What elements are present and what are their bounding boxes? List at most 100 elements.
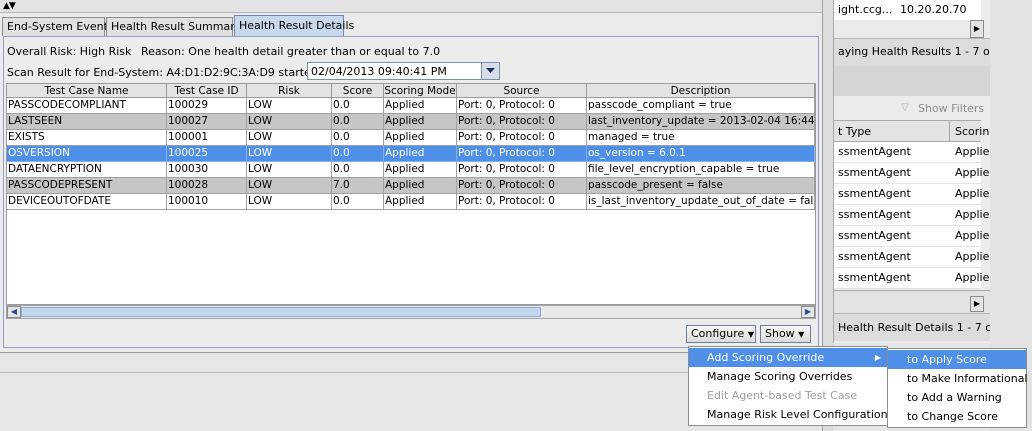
scroll-right-icon[interactable]: ▶ (970, 20, 984, 38)
table-cell: 0.0 (332, 162, 384, 178)
table-cell: LOW (247, 98, 332, 114)
table-cell: Port: 0, Protocol: 0 (457, 114, 587, 130)
scan-date-select[interactable]: 02/04/2013 09:40:41 PM (307, 62, 500, 80)
horizontal-scrollbar[interactable]: ◀ ▶ (6, 305, 816, 319)
table-cell: 100029 (167, 98, 247, 114)
menu-item[interactable]: Add Scoring Override ▶ (689, 348, 887, 367)
show-filters-link[interactable]: Show Filters (918, 102, 984, 115)
submenu-item-label: to Change Score (907, 410, 998, 423)
column-header[interactable]: Test Case ID (167, 84, 247, 98)
right-table-header: t Type Scoring (834, 120, 996, 142)
right-horizontal-scrollbar[interactable]: ▶ (834, 290, 991, 314)
table-cell: 100025 (167, 146, 247, 162)
table-cell: managed = true (587, 130, 815, 146)
table-cell: Applied (384, 162, 457, 178)
results-status-bar: aying Health Results 1 - 7 of 7 (834, 38, 1004, 66)
table-cell: Port: 0, Protocol: 0 (457, 194, 587, 210)
table-cell: is_last_inventory_update_out_of_date = f… (587, 194, 815, 210)
column-header[interactable]: Scoring Mode (384, 84, 457, 98)
table-cell: last_inventory_update = 2013-02-04 16:44… (587, 114, 815, 130)
column-header[interactable]: Description (587, 84, 815, 98)
column-header[interactable]: Score (332, 84, 384, 98)
host-ip: 10.20.20.70 (900, 3, 967, 16)
column-header[interactable]: Source (457, 84, 587, 98)
scan-date-value: 02/04/2013 09:40:41 PM (311, 65, 447, 78)
scroll-left-icon[interactable]: ◀ (7, 306, 21, 318)
filter-icon: ▽ (901, 102, 909, 113)
table-cell: 0.0 (332, 130, 384, 146)
list-item[interactable]: ssmentAgent Applied (834, 142, 996, 163)
table-row[interactable]: OSVERSION 100025 LOW 0.0 Applied Port: 0, Pro… (7, 146, 815, 162)
table-cell: LOW (247, 146, 332, 162)
list-item[interactable]: ssmentAgent Applied (834, 226, 996, 247)
agent-type: ssmentAgent (838, 187, 911, 200)
table-cell: DATAENCRYPTION (7, 162, 167, 178)
scan-result-label: Scan Result for End-System: A4:D1:D2:9C:… (7, 66, 339, 79)
table-cell: Applied (384, 114, 457, 130)
table-cell: Port: 0, Protocol: 0 (457, 178, 587, 194)
health-details-pane: ▲▼ End-System Events Health Result Summa… (0, 0, 822, 352)
table-cell: LOW (247, 178, 332, 194)
scroll-thumb[interactable] (21, 307, 541, 317)
agent-type: ssmentAgent (838, 229, 911, 242)
list-item[interactable]: ssmentAgent Applied (834, 163, 996, 184)
table-row[interactable]: LASTSEEN 100027 LOW 0.0 Applied Port: 0, Prot… (7, 114, 815, 130)
divider (949, 121, 950, 141)
column-header[interactable]: Risk (247, 84, 332, 98)
list-item[interactable]: ssmentAgent Applied (834, 247, 996, 268)
right-table-body: ssmentAgent Applied ssmentAgent Applied ssme… (834, 142, 996, 290)
chevron-down-icon (486, 68, 495, 73)
table-cell: Applied (384, 178, 457, 194)
submenu-item[interactable]: to Change Score (888, 407, 1026, 426)
show-button[interactable]: Show ▼ (760, 325, 811, 343)
table-cell: Applied (384, 146, 457, 162)
agent-type: ssmentAgent (838, 208, 911, 221)
tab-end-system-events[interactable]: End-System Events (2, 17, 114, 36)
dropdown-button[interactable] (481, 63, 499, 79)
submenu-item[interactable]: to Make Informational (888, 369, 1027, 388)
menu-item-label: Manage Risk Level Configurations (707, 408, 894, 421)
menu-item-label: Edit Agent-based Test Case (707, 389, 858, 402)
table-cell: 0.0 (332, 146, 384, 162)
overall-risk-label: Overall Risk: High Risk (7, 45, 132, 58)
table-row[interactable]: DEVICEOUTOFDATE 100010 LOW 0.0 Applied Port: … (7, 194, 815, 210)
table-cell: 100028 (167, 178, 247, 194)
table-cell: Port: 0, Protocol: 0 (457, 98, 587, 114)
submenu-item[interactable]: to Add a Warning (888, 388, 1026, 407)
tab-health-result-summaries[interactable]: Health Result Summaries (106, 17, 250, 36)
filter-bar: ▽ Show Filters (834, 96, 991, 120)
table-cell: LOW (247, 194, 332, 210)
tab-health-result-details[interactable]: Health Result Details (234, 15, 354, 36)
menu-item[interactable]: Manage Scoring Overrides (689, 367, 887, 386)
table-cell: LOW (247, 130, 332, 146)
split-arrows-icon[interactable]: ▲▼ (3, 1, 16, 11)
table-cell: EXISTS (7, 130, 167, 146)
top-splitter[interactable]: ▲▼ (0, 0, 822, 13)
table-cell: PASSCODEPRESENT (7, 178, 167, 194)
agent-type: ssmentAgent (838, 145, 911, 158)
scroll-right-icon[interactable]: ▶ (970, 296, 984, 312)
configure-button[interactable]: Configure ▼ (686, 325, 756, 343)
menu-item[interactable]: Manage Risk Level Configurations (689, 405, 893, 424)
table-row[interactable]: EXISTS 100001 LOW 0.0 Applied Port: 0, Protoc… (7, 130, 815, 146)
submenu-item[interactable]: to Apply Score (888, 350, 1026, 369)
column-header[interactable]: Test Case Name (7, 84, 167, 98)
table-cell: 100027 (167, 114, 247, 130)
list-item[interactable]: ssmentAgent Applied (834, 205, 996, 226)
column-type[interactable]: t Type (838, 125, 871, 138)
table-cell: passcode_compliant = true (587, 98, 815, 114)
submenu-arrow-icon: ▶ (874, 353, 881, 362)
table-row[interactable]: DATAENCRYPTION 100030 LOW 0.0 Applied Port: 0… (7, 162, 815, 178)
table-cell: 0.0 (332, 114, 384, 130)
submenu-item-label: to Apply Score (907, 353, 987, 366)
divider (0, 372, 688, 373)
table-cell: 0.0 (332, 194, 384, 210)
table-row[interactable]: PASSCODEPRESENT 100028 LOW 7.0 Applied Port: … (7, 178, 815, 194)
list-item[interactable]: ssmentAgent Applied (834, 268, 996, 289)
table-cell: PASSCODECOMPLIANT (7, 98, 167, 114)
list-item[interactable]: ssmentAgent Applied (834, 184, 996, 205)
table-cell: Applied (384, 130, 457, 146)
table-cell: 100030 (167, 162, 247, 178)
table-row[interactable]: PASSCODECOMPLIANT 100029 LOW 0.0 Applied Port… (7, 98, 815, 114)
scroll-right-icon[interactable]: ▶ (801, 306, 815, 318)
